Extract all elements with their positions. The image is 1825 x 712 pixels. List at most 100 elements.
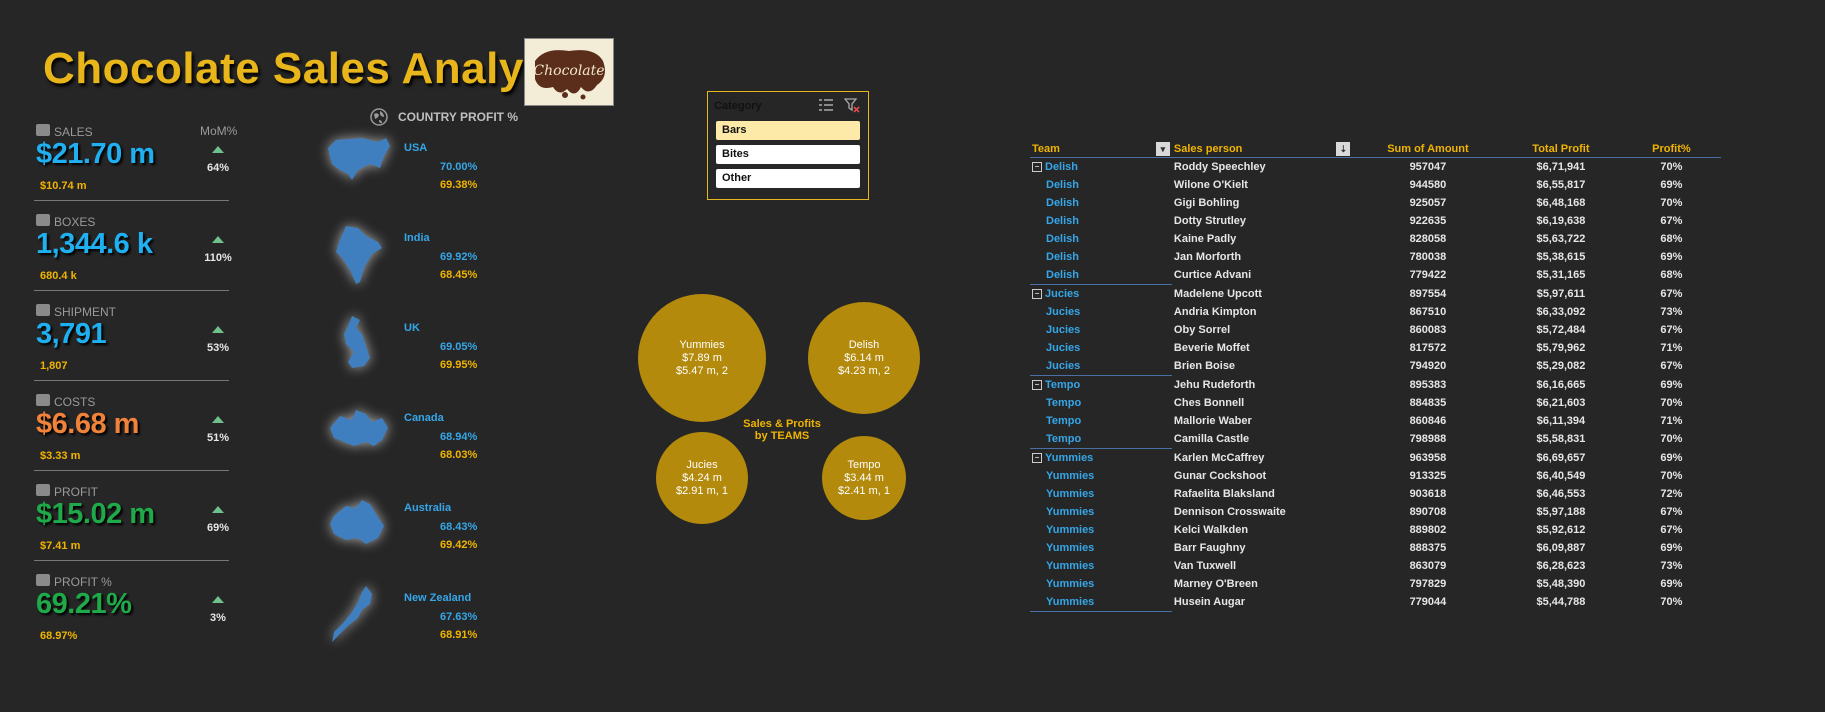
collapse-icon[interactable]: − — [1032, 380, 1042, 391]
profit-pct-cell: 67% — [1660, 324, 1683, 336]
team-cell: Delish — [1046, 215, 1080, 227]
amount-cell: 963958 — [1409, 451, 1447, 464]
profit-cell: $5,31,165 — [1536, 269, 1586, 282]
profit-cell: $6,69,657 — [1536, 451, 1586, 464]
team-cell[interactable]: − Tempo — [1030, 375, 1172, 394]
table-row: Yummies Barr Faughny 888375 $6,09,887 69… — [1030, 539, 1721, 557]
kpi-mom-value: 64% — [206, 162, 230, 174]
caption-line-1: Sales & Profits — [743, 418, 821, 430]
bubble-tempo[interactable]: Tempo $3.44 m $2.41 m, 1 — [822, 436, 906, 520]
profit-pct-cell: 70% — [1660, 470, 1683, 482]
country-current-pct: 67.63% — [440, 611, 478, 623]
amount-cell: 860846 — [1409, 415, 1447, 427]
profit-cell: $6,40,549 — [1536, 470, 1586, 482]
table-row: Yummies Rafaelita Blaksland 903618 $6,46… — [1030, 485, 1721, 503]
table-row: Yummies Kelci Walkden 889802 $5,92,612 6… — [1030, 521, 1721, 539]
kpi-label: PROFIT % — [54, 575, 112, 589]
profit-cell: $6,11,394 — [1536, 415, 1586, 427]
clear-filter-icon[interactable] — [843, 97, 860, 118]
collapse-icon[interactable]: − — [1032, 289, 1042, 300]
profit-cell: $5,58,831 — [1536, 433, 1586, 446]
country-map-icon — [326, 314, 394, 381]
category-slicer[interactable]: Category Bars Bites Other — [707, 91, 869, 200]
kpi-divider — [34, 200, 229, 201]
bubble-jucies[interactable]: Jucies $4.24 m $2.91 m, 1 — [656, 432, 748, 524]
country-current-pct: 68.43% — [440, 521, 478, 533]
profit-cell: $5,38,615 — [1536, 251, 1586, 263]
table-row: Jucies Brien Boise 794920 $5,29,082 67% — [1030, 357, 1721, 376]
trend-up-icon — [212, 146, 224, 153]
team-cell: Delish — [1046, 233, 1080, 245]
bubble-delish[interactable]: Delish $6.14 m $4.23 m, 2 — [808, 302, 920, 414]
profit-cell: $6,46,553 — [1536, 488, 1586, 500]
country-name: UK — [404, 322, 420, 334]
multi-select-icon[interactable] — [818, 98, 834, 117]
country-name: New Zealand — [404, 592, 472, 604]
kpi-mom-value: 3% — [210, 612, 226, 624]
profit-pct-cell: 69% — [1660, 179, 1683, 191]
country-current-pct: 68.94% — [440, 431, 478, 443]
bubble-detail: $4.23 m, 2 — [838, 364, 890, 377]
sort-icon[interactable]: ⇣ — [1336, 141, 1351, 156]
amount-cell: 890708 — [1409, 506, 1447, 518]
bubble-detail: $2.91 m, 1 — [676, 484, 728, 497]
profit-cell: $5,63,722 — [1536, 233, 1586, 245]
bubble-team: Delish — [848, 338, 880, 351]
team-cell: Tempo — [1046, 433, 1082, 445]
country-previous-pct: 68.91% — [440, 629, 478, 641]
team-cell: Delish — [1046, 179, 1080, 191]
table-row: Yummies Dennison Crosswaite 890708 $5,97… — [1030, 503, 1721, 521]
profit-cell: $5,29,082 — [1536, 360, 1586, 373]
team-cell: Tempo — [1046, 415, 1082, 427]
amount-cell: 913325 — [1409, 470, 1447, 482]
table-row: Delish Curtice Advani 779422 $5,31,165 6… — [1030, 266, 1721, 285]
kpi-divider — [34, 290, 229, 291]
salesperson-cell: Dotty Strutley — [1173, 215, 1247, 227]
bubble-sales: $4.24 m — [682, 471, 722, 484]
table-row: Delish Gigi Bohling 925057 $6,48,168 70% — [1030, 194, 1721, 212]
team-filter-icon[interactable]: ▾ — [1155, 141, 1170, 156]
coins-icon — [36, 394, 50, 406]
salesperson-cell: Roddy Speechley — [1173, 161, 1266, 173]
amount-cell: 828058 — [1409, 233, 1447, 245]
kpi-previous-value: 68.97% — [40, 630, 78, 642]
team-cell: Yummies — [1046, 542, 1095, 554]
amount-cell: 798988 — [1409, 433, 1447, 446]
country-name: USA — [404, 142, 428, 154]
profit-cell: $5,72,484 — [1536, 324, 1586, 336]
profit-pct-cell: 67% — [1660, 506, 1683, 518]
team-column-header[interactable]: Team ▾ — [1030, 140, 1172, 158]
country-current-pct: 69.92% — [440, 251, 478, 263]
kpi-value: 69.21% — [36, 588, 132, 620]
profit-cell: $6,21,603 — [1536, 397, 1586, 409]
country-previous-pct: 69.38% — [440, 179, 478, 191]
profit-pct-cell: 67% — [1660, 524, 1683, 536]
person-column-header[interactable]: Sales person ⇣ — [1171, 140, 1356, 158]
amount-cell: 944580 — [1409, 179, 1447, 191]
kpi-label: PROFIT — [54, 485, 98, 499]
slicer-option-other[interactable]: Other — [716, 169, 860, 188]
table-row: − Jucies Madelene Upcott 897554 $5,97,611… — [1030, 284, 1721, 303]
team-cell[interactable]: − Yummies — [1030, 448, 1172, 467]
profit-pct-cell: 67% — [1660, 360, 1683, 373]
team-cell: Jucies — [1046, 342, 1081, 354]
profit-column-header: Total Profit — [1499, 140, 1622, 158]
profit-pct-cell: 70% — [1660, 161, 1683, 173]
profit-cell: $5,97,611 — [1536, 287, 1586, 300]
collapse-icon[interactable]: − — [1032, 453, 1042, 464]
profit-pct-cell: 67% — [1660, 215, 1683, 227]
amount-cell: 779044 — [1409, 596, 1447, 609]
team-cell[interactable]: − Delish — [1030, 158, 1172, 177]
bubble-sales: $3.44 m — [844, 471, 884, 484]
kpi-divider — [34, 380, 229, 381]
profit-cell: $6,55,817 — [1536, 179, 1586, 191]
dashboard-title: Chocolate Sales Analysis — [43, 44, 587, 93]
slicer-option-bites[interactable]: Bites — [716, 145, 860, 164]
kpi-label: BOXES — [54, 215, 96, 229]
bubble-yummies[interactable]: Yummies $7.89 m $5.47 m, 2 — [638, 294, 766, 422]
slicer-option-bars[interactable]: Bars — [716, 121, 860, 140]
collapse-icon[interactable]: − — [1032, 162, 1042, 173]
amount-cell: 897554 — [1409, 287, 1447, 300]
team-cell[interactable]: − Jucies — [1030, 284, 1172, 303]
kpi-mom-value: 51% — [206, 432, 230, 444]
